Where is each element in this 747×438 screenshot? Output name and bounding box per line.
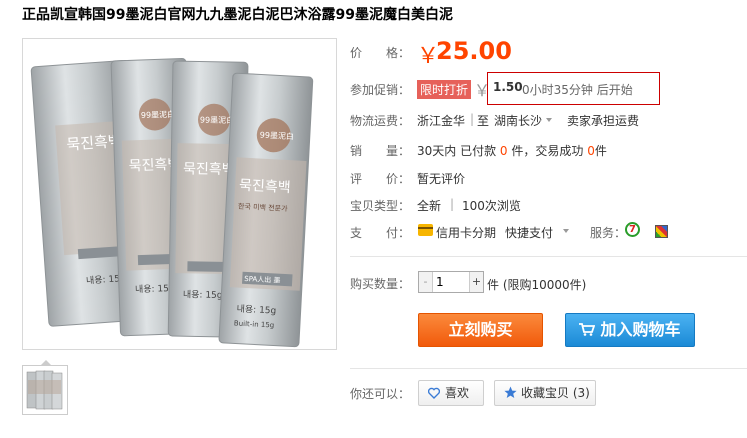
shipping-from: 浙江金华 bbox=[417, 114, 466, 128]
thumbnail-image bbox=[26, 370, 63, 410]
quantity-stepper: - + bbox=[418, 271, 484, 293]
quantity-limit: 件 (限购10000件) bbox=[487, 278, 587, 292]
price-value: 25.00 bbox=[436, 37, 512, 65]
item-condition: 全新 bbox=[417, 199, 442, 213]
pack-weight-4: 내용: 15g bbox=[236, 304, 276, 317]
shipping-label: 物流运费： bbox=[350, 114, 411, 128]
pack-brand-4: 99墨泥白 bbox=[260, 129, 295, 141]
main-product-image[interactable]: 묵진흑백 내용: 15g 99墨泥白 묵진흑백 내용: 15g 99墨泥白 묵진… bbox=[22, 38, 337, 350]
quick-pay[interactable]: 快捷支付 bbox=[505, 224, 553, 241]
payment-label: 支 付： bbox=[350, 226, 411, 240]
like-button[interactable]: 喜欢 bbox=[418, 380, 484, 406]
product-title: 正品凯宣韩国99墨泥白官网九九墨泥白泥巴沐浴露99墨泥魔白美白泥 bbox=[22, 7, 453, 23]
shipping-to-prefix: 至 bbox=[477, 114, 490, 128]
pack-name-4: 묵진흑백 bbox=[239, 176, 291, 196]
item-type-separator: | bbox=[450, 197, 455, 211]
sales-label: 销 量： bbox=[350, 144, 411, 158]
shipping-fee: 卖家承担运费 bbox=[567, 114, 640, 128]
thumbnail-1[interactable] bbox=[22, 365, 68, 415]
quantity-increment-button[interactable]: + bbox=[469, 272, 483, 292]
chevron-down-icon[interactable] bbox=[563, 229, 569, 233]
sales-paid-count: 0 bbox=[499, 144, 508, 158]
like-label: 喜欢 bbox=[445, 386, 470, 400]
promotion-tag: 限时打折 bbox=[417, 80, 472, 99]
pack-weight-3: 내용: 15g bbox=[183, 289, 223, 301]
promotion-label: 参加促销： bbox=[350, 83, 411, 97]
star-icon bbox=[504, 386, 517, 398]
pack-brand-3: 99墨泥白 bbox=[200, 114, 234, 125]
credit-card-icon bbox=[418, 224, 433, 236]
pack-spa-4: SPA人出 墨 bbox=[244, 274, 281, 285]
sales-success-count: 0 bbox=[587, 144, 595, 158]
extras-label: 你还可以： bbox=[350, 387, 411, 401]
sales-text: 30天内 已付款 0 件，交易成功 0件 bbox=[417, 142, 607, 159]
favorite-label: 收藏宝贝 (3) bbox=[521, 386, 590, 400]
pack-brand-2: 99墨泥白 bbox=[141, 109, 176, 120]
promotion-countdown: 0小时35分钟 后开始 bbox=[522, 83, 633, 97]
divider bbox=[350, 256, 747, 257]
sales-mid: 件，交易成功 bbox=[511, 144, 584, 158]
item-type-label: 宝贝类型： bbox=[350, 199, 411, 213]
sales-prefix: 30天内 已付款 bbox=[417, 144, 497, 158]
favorite-button[interactable]: 收藏宝贝 (3) bbox=[494, 380, 596, 406]
service-label: 服务： bbox=[590, 226, 627, 240]
sales-suffix: 件 bbox=[594, 144, 607, 158]
quantity-decrement-button[interactable]: - bbox=[419, 272, 433, 292]
item-views: 100次浏览 bbox=[462, 199, 521, 213]
quantity-input[interactable] bbox=[434, 272, 468, 292]
chevron-down-icon[interactable] bbox=[546, 118, 552, 122]
quantity-label: 购买数量： bbox=[350, 277, 411, 291]
seven-day-return-icon[interactable]: 7 bbox=[625, 222, 640, 237]
price-label: 价 格： bbox=[350, 46, 411, 60]
promotion-price: 1.50 bbox=[493, 80, 523, 94]
cart-icon bbox=[579, 323, 596, 336]
add-to-cart-label: 加入购物车 bbox=[600, 320, 681, 339]
heart-icon bbox=[428, 387, 440, 399]
shipping-destination-select[interactable]: 湖南长沙 bbox=[494, 112, 542, 129]
service-badge-icon[interactable] bbox=[655, 225, 668, 238]
product-photo: 묵진흑백 내용: 15g 99墨泥白 묵진흑백 내용: 15g 99墨泥白 묵진… bbox=[30, 58, 314, 348]
pack-name-3: 묵진흑백 bbox=[183, 160, 235, 178]
divider bbox=[350, 368, 747, 369]
review-label: 评 价： bbox=[350, 172, 411, 186]
shipping-separator: | bbox=[470, 112, 475, 126]
add-to-cart-button[interactable]: 加入购物车 bbox=[565, 313, 695, 347]
review-value[interactable]: 暂无评价 bbox=[417, 170, 465, 187]
buy-now-button[interactable]: 立刻购买 bbox=[418, 313, 543, 347]
credit-installment[interactable]: 信用卡分期 bbox=[436, 224, 496, 241]
